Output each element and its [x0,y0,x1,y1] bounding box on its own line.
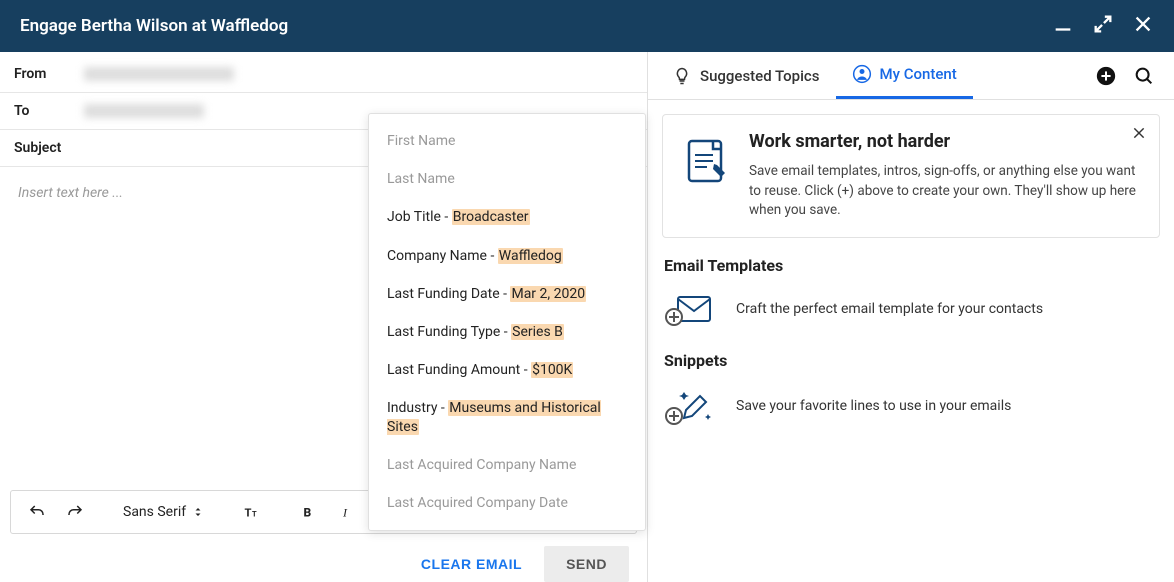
merge-field-label: Last Funding Date - [387,286,510,302]
merge-field-label: Industry - [387,400,448,416]
font-size-button[interactable]: TT [236,496,268,528]
merge-field-value: Waffledog [498,248,563,264]
merge-fields-popover: First NameLast NameJob Title - Broadcast… [368,113,646,531]
merge-field-label: Company Name - [387,248,498,264]
merge-field-item[interactable]: Last Acquired Company Date [369,484,645,522]
document-pencil-icon [679,131,733,221]
merge-field-item[interactable]: Job Title - Broadcaster [369,198,645,236]
merge-field-item[interactable]: Last Funding Type - Series B [369,313,645,351]
add-snippet-icon [664,386,718,426]
close-icon[interactable] [1132,13,1154,39]
add-content-button[interactable] [1092,62,1120,90]
templates-row[interactable]: Craft the perfect email template for you… [662,285,1160,333]
font-family-select[interactable]: Sans Serif [115,504,212,520]
minimize-icon[interactable] [1052,13,1074,39]
composer: From To Subject Insert text here ... Fir… [0,52,648,582]
merge-field-item[interactable]: Last Funding Amount - $100K [369,351,645,389]
to-value-redacted [84,104,204,118]
person-icon [852,64,872,84]
section-title-snippets: Snippets [664,351,1160,370]
send-button[interactable]: SEND [544,546,629,582]
merge-field-item[interactable]: First Name [369,122,645,160]
expand-icon[interactable] [1092,13,1114,39]
svg-text:I: I [342,506,348,520]
add-template-icon [664,291,718,327]
templates-desc: Craft the perfect email template for you… [736,301,1043,317]
search-button[interactable] [1130,62,1158,90]
snippets-desc: Save your favorite lines to use in your … [736,398,1011,414]
merge-field-label: Last Funding Amount - [387,362,531,378]
card-close-button[interactable] [1131,125,1147,145]
window-title: Engage Bertha Wilson at Waffledog [20,16,288,36]
from-row: From [0,56,647,93]
redo-button[interactable] [59,496,91,528]
close-icon [1131,125,1147,141]
tab-my-content[interactable]: My Content [836,52,973,99]
subject-label: Subject [14,140,70,156]
merge-field-label: Job Title - [387,209,452,225]
merge-field-item[interactable]: Company Name - Waffledog [369,237,645,275]
chevron-updown-icon [192,506,204,518]
clear-email-button[interactable]: CLEAR EMAIL [421,556,522,572]
font-family-label: Sans Serif [123,504,186,520]
merge-field-value: Mar 2, 2020 [510,286,586,302]
merge-field-item[interactable]: Last Acquired Company Name [369,446,645,484]
italic-button[interactable]: I [330,496,362,528]
tab-suggested-topics[interactable]: Suggested Topics [656,52,836,99]
footer-actions: CLEAR EMAIL SEND [0,534,647,582]
merge-field-item[interactable]: Industry - Museums and Historical Sites [369,389,645,445]
merge-field-item[interactable]: Last Name [369,160,645,198]
right-tabs: Suggested Topics My Content [648,52,1174,100]
right-panel: Suggested Topics My Content [648,52,1174,582]
merge-field-label: Last Funding Type - [387,324,511,340]
svg-text:B: B [304,506,312,520]
merge-field-item[interactable]: Last Funding Date - Mar 2, 2020 [369,275,645,313]
card-text: Save email templates, intros, sign-offs,… [749,162,1141,221]
plus-circle-icon [1095,65,1117,87]
to-label: To [14,103,70,119]
snippets-row[interactable]: Save your favorite lines to use in your … [662,380,1160,432]
lightbulb-icon [672,66,692,86]
section-title-templates: Email Templates [664,256,1160,275]
undo-button[interactable] [21,496,53,528]
tab-label: Suggested Topics [700,67,820,85]
svg-text:T: T [252,510,257,519]
tab-label: My Content [880,65,957,83]
card-title: Work smarter, not harder [749,131,1141,152]
merge-field-value: Series B [511,324,564,340]
info-card: Work smarter, not harder Save email temp… [662,114,1160,238]
search-icon [1133,65,1155,87]
merge-field-value: Broadcaster [452,209,530,225]
svg-text:T: T [245,507,252,520]
from-value-redacted [84,67,234,81]
titlebar: Engage Bertha Wilson at Waffledog [0,0,1174,52]
bold-button[interactable]: B [292,496,324,528]
merge-field-value: $100K [531,362,573,378]
titlebar-actions [1052,13,1154,39]
from-label: From [14,66,70,82]
